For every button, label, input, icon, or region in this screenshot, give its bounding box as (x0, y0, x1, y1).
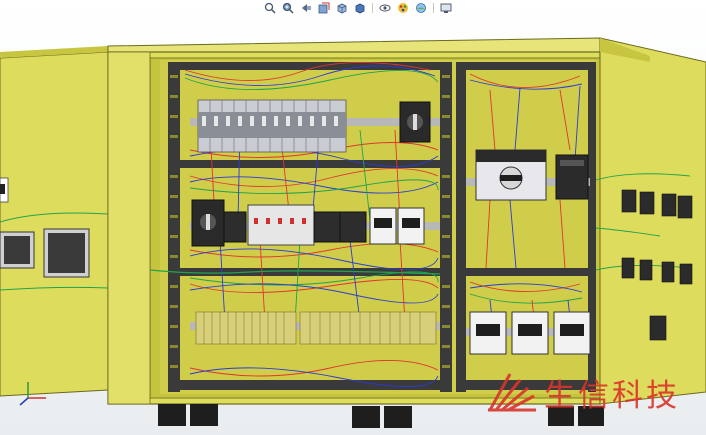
display-style-icon[interactable] (352, 2, 368, 15)
watermark-text: 生信科技 (544, 377, 680, 414)
hide-show-items-icon[interactable] (377, 2, 393, 15)
contactor-row-lower[interactable] (469, 311, 591, 355)
right-door[interactable] (599, 37, 706, 405)
left-door[interactable] (0, 46, 109, 397)
apply-scene-icon[interactable] (413, 2, 429, 15)
graphics-viewport[interactable]: 生信科技 (0, 0, 706, 435)
watermark: 生信科技 (484, 368, 680, 416)
edit-appearance-icon[interactable] (395, 2, 411, 15)
toolbar-separator (433, 3, 434, 13)
breaker-row[interactable] (197, 99, 347, 153)
motor-protector-top[interactable] (399, 101, 431, 143)
terminal-blocks (195, 311, 437, 345)
section-view-icon[interactable] (316, 2, 332, 15)
toolbar-separator (372, 3, 373, 13)
view-settings-icon[interactable] (438, 2, 454, 15)
view-orientation-icon[interactable] (334, 2, 350, 15)
main-disconnect-switch[interactable] (475, 149, 547, 201)
zoom-to-fit-icon[interactable] (262, 2, 278, 15)
power-module[interactable] (555, 154, 589, 200)
heads-up-view-toolbar (262, 1, 454, 15)
zoom-to-area-icon[interactable] (280, 2, 296, 15)
previous-view-icon[interactable] (298, 2, 314, 15)
